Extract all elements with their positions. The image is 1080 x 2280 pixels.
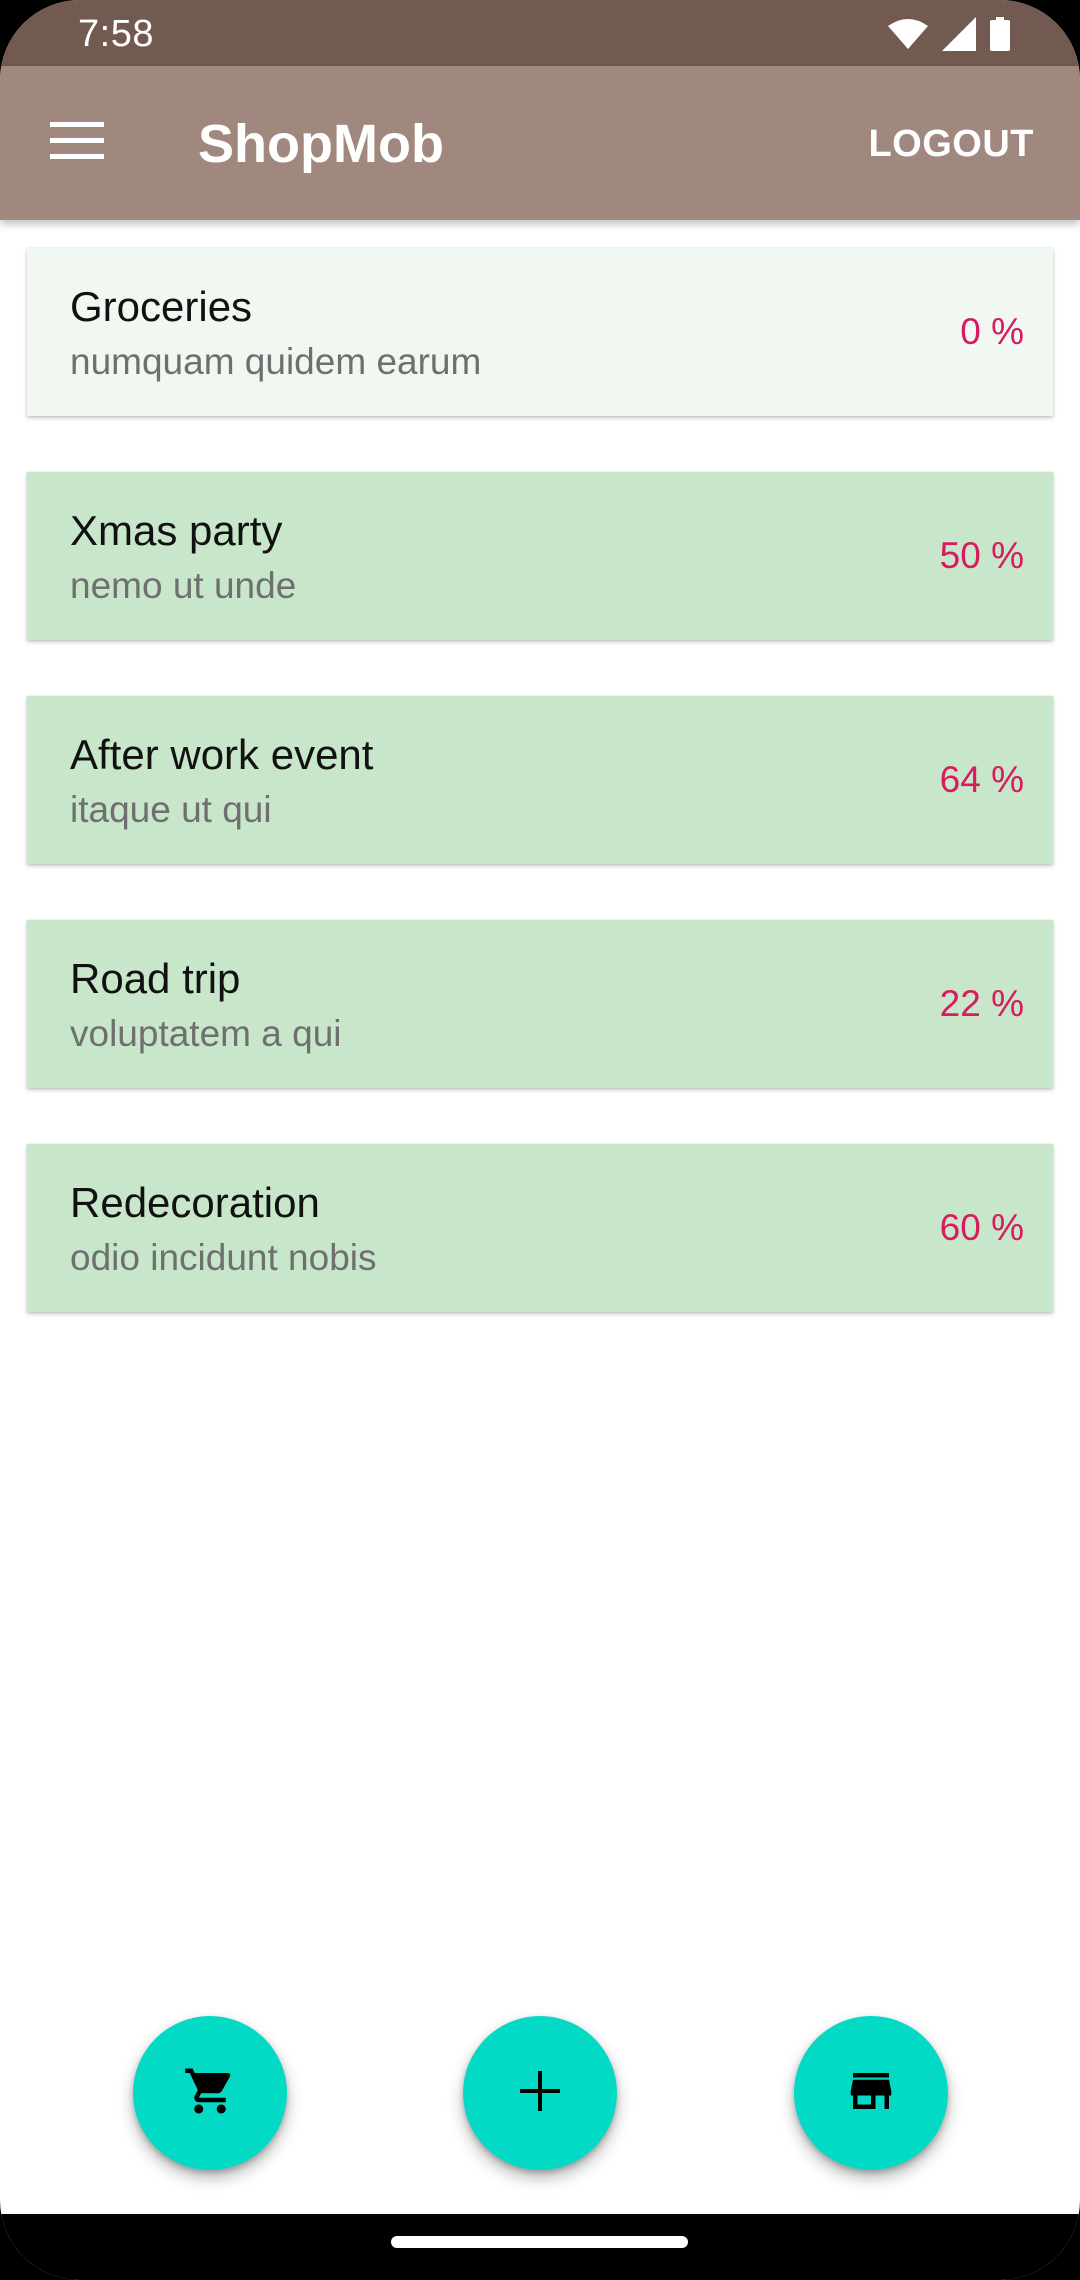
item-title: After work event: [70, 731, 374, 778]
battery-icon: [990, 17, 1010, 51]
item-progress: 22 %: [939, 983, 1024, 1024]
screen: 7:58 ShopMob LOGOUT Groceries numquam qu…: [0, 0, 1080, 2280]
menu-button[interactable]: [34, 106, 120, 180]
status-icons: [888, 16, 1010, 52]
list-item[interactable]: Groceries numquam quidem earum 0 %: [27, 248, 1053, 416]
item-subtitle: voluptatem a qui: [70, 1013, 342, 1054]
shopping-cart-icon: [183, 2064, 237, 2123]
signal-icon: [942, 17, 976, 51]
list-item[interactable]: Xmas party nemo ut unde 50 %: [27, 472, 1053, 640]
item-title: Groceries: [70, 283, 253, 330]
status-bar: 7:58: [0, 0, 1080, 66]
cart-button[interactable]: [133, 2016, 287, 2170]
item-title: Xmas party: [70, 507, 283, 554]
item-progress: 50 %: [939, 535, 1024, 576]
item-progress: 0 %: [960, 311, 1024, 352]
logout-button[interactable]: LOGOUT: [854, 116, 1048, 172]
store-icon: [844, 2064, 898, 2123]
item-subtitle: numquam quidem earum: [70, 341, 482, 382]
item-title: Road trip: [70, 955, 241, 1002]
status-time: 7:58: [78, 13, 154, 55]
wifi-icon: [888, 18, 928, 50]
add-list-button[interactable]: [463, 2016, 617, 2170]
shopping-list: Groceries numquam quidem earum 0 % Xmas …: [27, 248, 1053, 1368]
app-bar: ShopMob LOGOUT: [0, 66, 1080, 220]
list-item[interactable]: Redecoration odio incidunt nobis 60 %: [27, 1144, 1053, 1312]
app-title: ShopMob: [198, 114, 444, 174]
list-item[interactable]: Road trip voluptatem a qui 22 %: [27, 920, 1053, 1088]
menu-icon: [50, 121, 104, 165]
item-subtitle: odio incidunt nobis: [70, 1237, 377, 1278]
item-title: Redecoration: [70, 1179, 320, 1226]
item-progress: 60 %: [939, 1207, 1024, 1248]
store-button[interactable]: [794, 2016, 948, 2170]
home-indicator[interactable]: [391, 2236, 688, 2248]
item-subtitle: itaque ut qui: [70, 789, 272, 830]
list-item[interactable]: After work event itaque ut qui 64 %: [27, 696, 1053, 864]
add-icon: [517, 2068, 563, 2119]
item-progress: 64 %: [939, 759, 1024, 800]
item-subtitle: nemo ut unde: [70, 565, 297, 606]
